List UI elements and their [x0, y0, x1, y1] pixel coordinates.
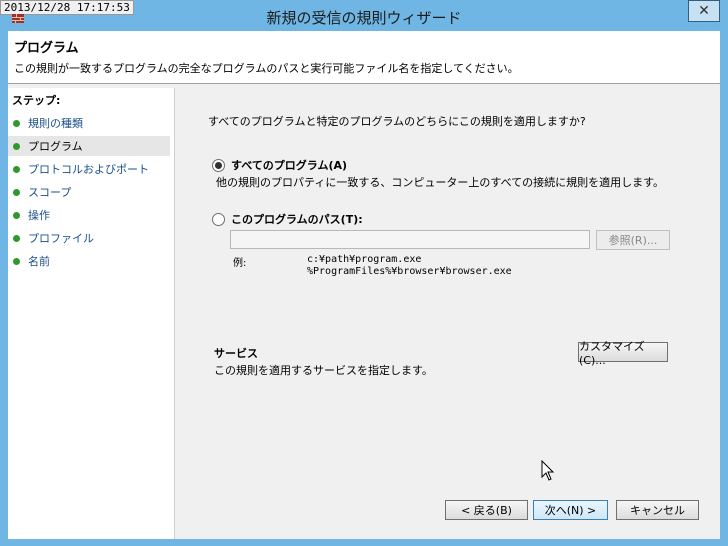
page-title: プログラム	[14, 41, 79, 56]
next-button[interactable]: 次へ(N) >	[533, 500, 608, 520]
steps-label: ステップ:	[12, 94, 61, 107]
program-path-option[interactable]: このプログラムのパス(T):	[212, 211, 363, 227]
step-label: プロトコルおよびポート	[28, 163, 149, 176]
step-bullet-icon	[13, 165, 20, 173]
step-bullet-icon	[13, 119, 20, 127]
cancel-button[interactable]: キャンセル	[616, 500, 699, 520]
window-title: 新規の受信の規則ウィザード	[266, 9, 462, 27]
step-bullet-icon	[13, 257, 20, 265]
all-programs-option[interactable]: すべてのプログラム(A)	[212, 157, 347, 173]
close-icon: ✕	[698, 3, 710, 19]
page-header: プログラム この規則が一致するプログラムの完全なプログラムのパスと実行可能ファイ…	[8, 31, 720, 84]
question-text: すべてのプログラムと特定のプログラムのどちらにこの規則を適用しますか?	[208, 115, 586, 128]
step-action[interactable]: 操作	[8, 205, 170, 225]
program-path-input[interactable]	[230, 230, 590, 249]
step-label: 操作	[28, 209, 50, 222]
steps-panel: ステップ: 規則の種類 プログラム プロトコルおよびポート スコープ 操作 プロ…	[8, 88, 175, 539]
step-program[interactable]: プログラム	[8, 136, 170, 156]
step-protocol-port[interactable]: プロトコルおよびポート	[8, 159, 170, 179]
mouse-pointer-icon	[541, 460, 555, 481]
step-label: スコープ	[28, 186, 72, 199]
step-scope[interactable]: スコープ	[8, 182, 170, 202]
step-bullet-icon	[13, 188, 20, 196]
step-bullet-icon	[13, 211, 20, 219]
program-path-label[interactable]: このプログラムのパス(T):	[231, 211, 363, 227]
step-profile[interactable]: プロファイル	[8, 228, 170, 248]
step-label: 名前	[28, 255, 50, 268]
all-programs-label[interactable]: すべてのプログラム(A)	[231, 157, 347, 173]
example-path-2: %ProgramFiles%¥browser¥browser.exe	[307, 266, 512, 277]
services-title: サービス	[214, 347, 258, 360]
step-label: 規則の種類	[28, 117, 83, 130]
back-button[interactable]: < 戻る(B)	[445, 500, 528, 520]
title-bar: 2013/12/28 17:17:53 新規の受信の規則ウィザード ✕	[0, 0, 728, 31]
step-label: プロファイル	[28, 232, 94, 245]
page-description: この規則が一致するプログラムの完全なプログラムのパスと実行可能ファイル名を指定し…	[14, 62, 519, 75]
step-bullet-icon	[13, 142, 20, 150]
example-label: 例:	[233, 258, 247, 269]
step-bullet-icon	[13, 234, 20, 242]
all-programs-radio[interactable]	[212, 158, 225, 172]
program-path-radio[interactable]	[212, 212, 225, 226]
customize-button[interactable]: カスタマイズ(C)...	[578, 340, 668, 367]
wizard-window: プログラム この規則が一致するプログラムの完全なプログラムのパスと実行可能ファイ…	[8, 31, 720, 539]
step-rule-type[interactable]: 規則の種類	[8, 113, 170, 133]
step-name[interactable]: 名前	[8, 251, 170, 271]
close-button[interactable]: ✕	[688, 0, 720, 22]
step-label: プログラム	[28, 140, 83, 153]
all-programs-description: 他の規則のプロパティに一致する、コンピューター上のすべての接続に規則を適用します…	[216, 176, 665, 189]
services-description: この規則を適用するサービスを指定します。	[214, 364, 433, 377]
example-path-1: c:¥path¥program.exe	[307, 254, 422, 265]
browse-button[interactable]: 参照(R)...	[596, 230, 670, 250]
main-content: すべてのプログラムと特定のプログラムのどちらにこの規則を適用しますか? すべての…	[178, 88, 720, 539]
